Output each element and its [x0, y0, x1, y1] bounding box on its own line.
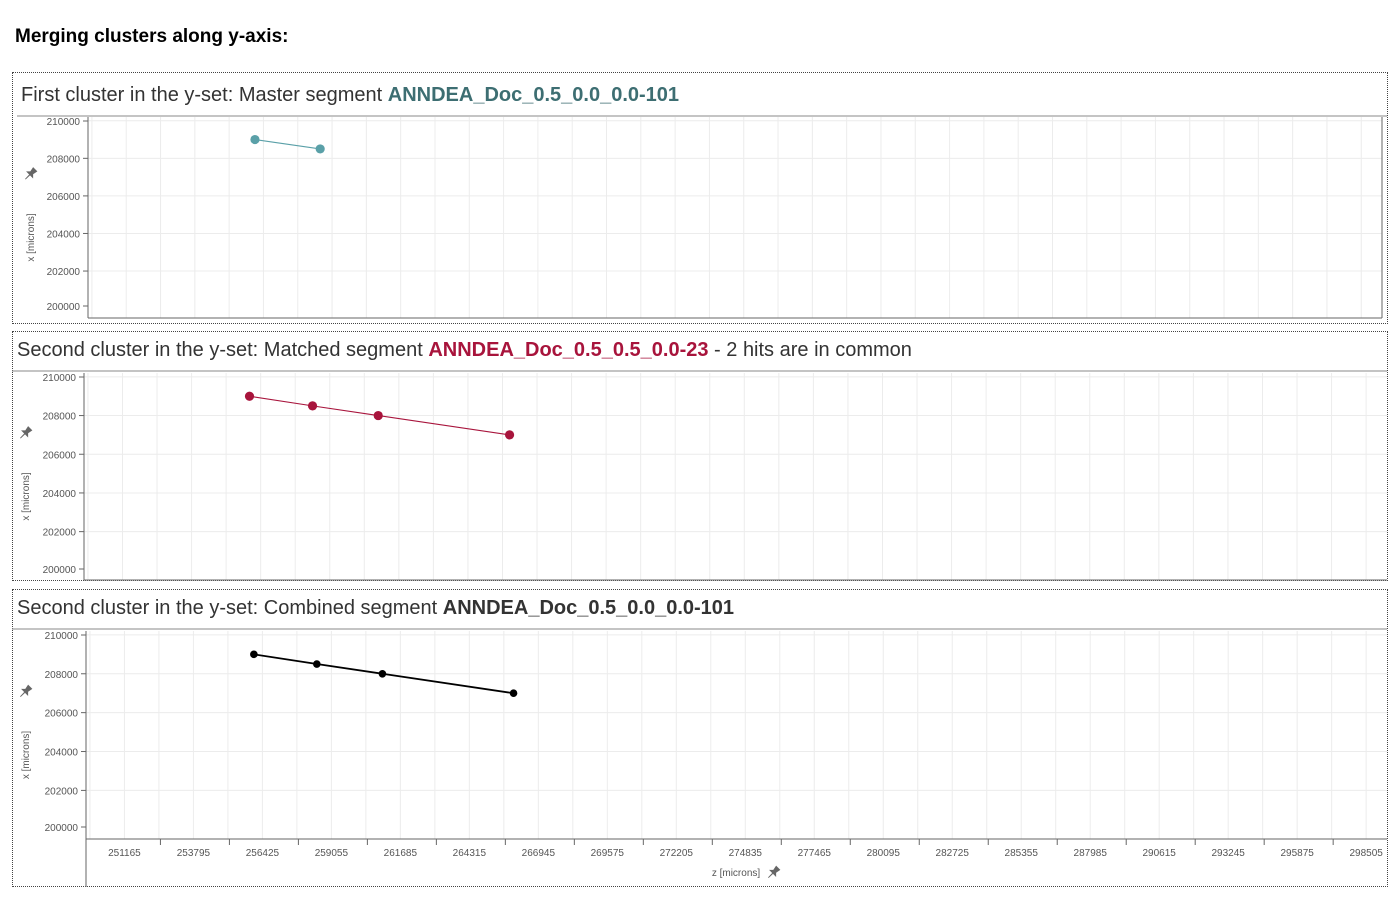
y-tick-label: 202000: [45, 786, 79, 797]
x-tick-label: 295875: [1280, 848, 1314, 859]
data-point: [244, 391, 255, 401]
x-tick-label: 285355: [1005, 848, 1039, 859]
y-tick-label: 206000: [45, 709, 79, 720]
y-tick-label: 206000: [43, 450, 77, 461]
y-tick-label: 200000: [45, 823, 79, 834]
y-tick-label: 204000: [47, 229, 81, 240]
y-tick-label: 208000: [47, 154, 81, 165]
y-tick-label: 210000: [45, 631, 79, 642]
x-axis-label: z [microns]: [712, 868, 761, 879]
pin-shape: [768, 865, 781, 878]
y-axis-label: x [microns]: [21, 731, 32, 780]
x-tick-label: 256425: [246, 848, 280, 859]
x-tick-label: 266945: [522, 848, 556, 859]
data-point: [315, 144, 325, 154]
y-tick-label: 204000: [43, 489, 77, 500]
data-point: [250, 134, 260, 145]
y-tick-label: 210000: [47, 117, 81, 128]
y-axis-label: x [microns]: [26, 213, 37, 262]
data-point: [509, 689, 518, 698]
data-point: [250, 650, 258, 659]
pin-icon: [768, 865, 781, 878]
x-tick-label: 293245: [1211, 848, 1245, 859]
data-point: [373, 410, 383, 421]
y-tick-label: 208000: [43, 412, 77, 423]
series-line: [254, 138, 321, 150]
chart-2: 200000 202000 204000 206000 208000 210000 x [m…: [12, 370, 1387, 581]
charts-canvas: 200000 202000 204000 206000 208000 210000 x [m…: [12, 115, 1387, 887]
y-tick-label: 208000: [45, 670, 79, 681]
x-tick-label: 264315: [453, 848, 487, 859]
y-tick-label: 200000: [47, 302, 81, 313]
x-tick-label: 280095: [867, 848, 901, 859]
y-tick-label: 210000: [43, 373, 77, 384]
pin-icon: [20, 426, 33, 439]
y-tick-label: 202000: [47, 267, 81, 278]
y-tick-label: 204000: [45, 748, 79, 759]
x-tick-label: 282725: [936, 848, 970, 859]
chart-3: 200000 202000 204000 206000 208000 210000 x [m…: [12, 628, 1387, 887]
x-tick-label: 298505: [1349, 848, 1383, 859]
x-tick-label: 287985: [1074, 848, 1108, 859]
pin-shape: [25, 167, 38, 180]
data-point: [504, 430, 515, 440]
pin-shape: [20, 426, 33, 439]
x-tick-label: 272205: [660, 848, 694, 859]
y-axis-label: x [microns]: [21, 472, 32, 521]
pin-shape: [20, 684, 33, 697]
pin-icon: [25, 167, 38, 180]
x-tick-label: 269575: [591, 848, 625, 859]
x-tick-label: 274835: [729, 848, 763, 859]
x-tick-label: 253795: [177, 848, 211, 859]
y-tick-label: 206000: [47, 192, 81, 203]
data-point: [378, 669, 387, 678]
x-tick-label: 290615: [1143, 848, 1177, 859]
data-point: [313, 660, 321, 668]
chart-1: 200000 202000 204000 206000 208000 210000 x [m…: [17, 115, 1387, 319]
x-tick-label: 259055: [315, 848, 349, 859]
x-tick-label: 261685: [384, 848, 418, 859]
x-tick-label: 277465: [798, 848, 832, 859]
y-tick-label: 200000: [43, 565, 77, 576]
pin-icon: [20, 684, 33, 697]
data-point: [307, 401, 318, 411]
x-tick-label: 251165: [108, 848, 141, 859]
y-tick-label: 202000: [43, 528, 77, 539]
